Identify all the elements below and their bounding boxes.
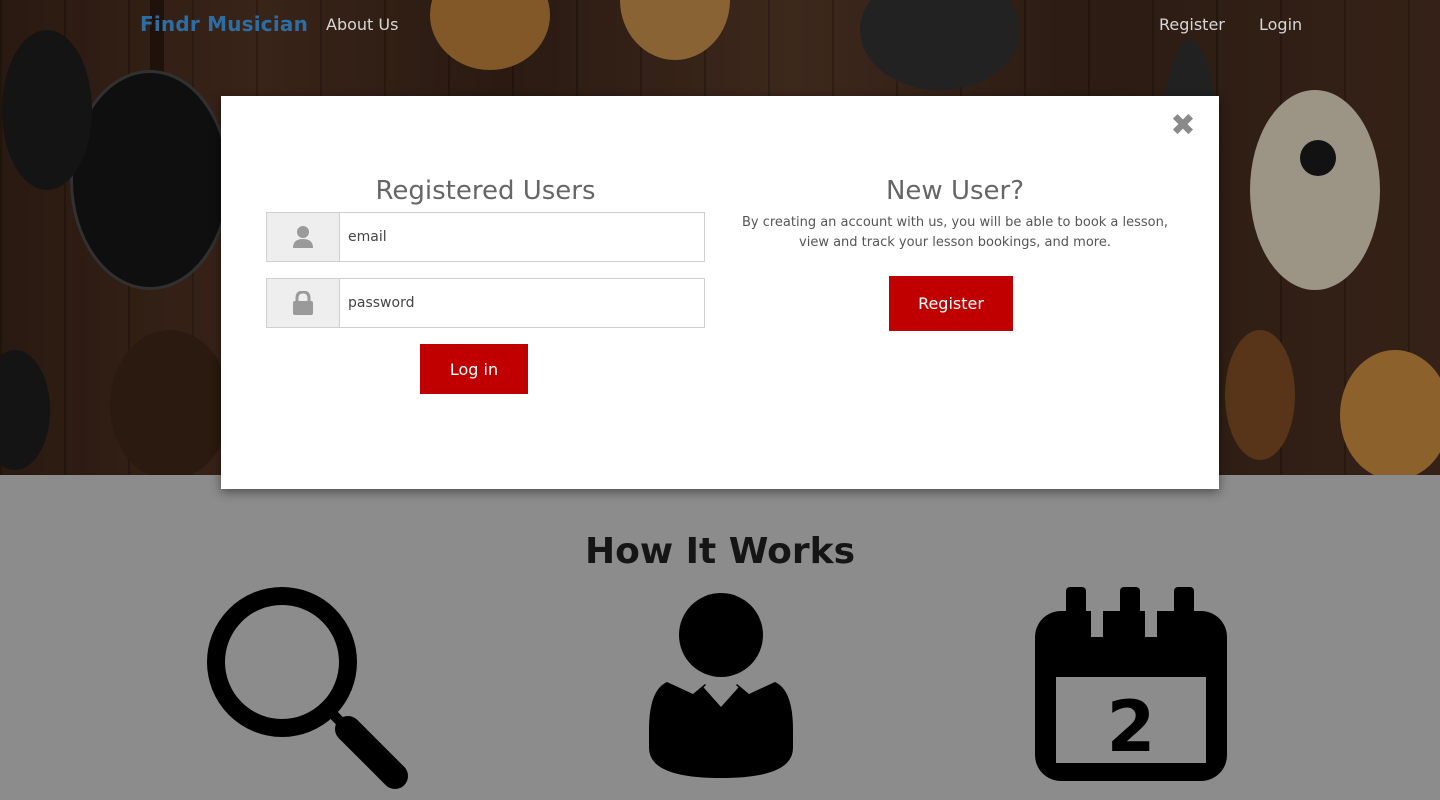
calendar-icon: 2: [1035, 587, 1227, 781]
nav-register-link[interactable]: Register: [1159, 15, 1225, 34]
user-icon: [649, 593, 793, 778]
nav-about-link[interactable]: About Us: [326, 15, 398, 34]
register-button[interactable]: Register: [889, 276, 1013, 331]
email-input[interactable]: [340, 213, 704, 261]
registered-users-title: Registered Users: [375, 176, 596, 206]
new-user-title: New User?: [885, 176, 1025, 206]
calendar-day-number: 2: [1107, 686, 1156, 768]
how-it-works-title: How It Works: [584, 531, 856, 572]
login-modal: ✖ Registered Users Log in New User? By c…: [221, 96, 1219, 489]
how-it-works-section: How It Works 2: [0, 475, 1440, 800]
password-input-group: [266, 278, 705, 328]
user-icon: [293, 226, 313, 248]
password-addon: [267, 279, 340, 327]
email-input-group: [266, 212, 705, 262]
email-addon: [267, 213, 340, 261]
login-button[interactable]: Log in: [420, 344, 528, 394]
password-input[interactable]: [340, 279, 704, 327]
search-icon: [207, 587, 408, 789]
nav-login-link[interactable]: Login: [1259, 15, 1302, 34]
new-user-description: By creating an account with us, you will…: [741, 215, 1169, 250]
lock-icon: [293, 291, 313, 315]
close-icon[interactable]: ✖: [1169, 111, 1197, 141]
navbar: Findr Musician About Us Register Login: [0, 0, 1440, 50]
brand-logo-link[interactable]: Findr Musician: [140, 12, 308, 36]
